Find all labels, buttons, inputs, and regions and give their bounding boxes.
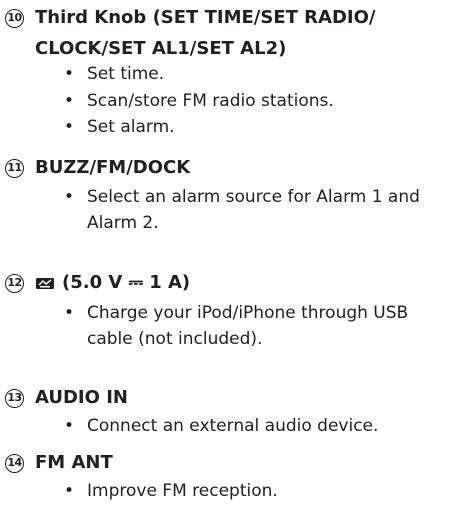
item-number-badge: 13 (5, 389, 24, 408)
bullet-text: Charge your iPod/iPhone through USB (87, 303, 409, 323)
bullet-text: Alarm 2. (87, 213, 159, 233)
bullet-text: Improve FM reception. (87, 481, 278, 501)
section-heading: CLOCK/SET AL1/SET AL2) (35, 38, 287, 59)
bullet-text: Scan/store FM radio stations. (87, 91, 334, 111)
usb-power-icon (36, 278, 54, 289)
item-number-badge: 14 (5, 454, 24, 473)
bullet-marker: • (64, 481, 75, 501)
section-heading: (5.0 V ⎓ 1 A) (62, 272, 191, 293)
bullet-text: Connect an external audio device. (87, 416, 379, 436)
bullet-text: Select an alarm source for Alarm 1 and (87, 187, 420, 207)
section-heading: FM ANT (35, 452, 113, 473)
section-heading: AUDIO IN (35, 387, 128, 408)
bullet-marker: • (64, 91, 75, 111)
item-number-badge: 12 (5, 274, 24, 293)
section-heading: Third Knob (SET TIME/SET RADIO/ (35, 7, 376, 28)
bullet-marker: • (64, 64, 75, 84)
bullet-marker: • (64, 117, 75, 137)
bullet-marker: • (64, 303, 75, 323)
bullet-text: Set alarm. (87, 117, 175, 137)
item-number-badge: 11 (5, 159, 24, 178)
section-heading: BUZZ/FM/DOCK (35, 157, 191, 178)
bullet-text: cable (not included). (87, 329, 263, 349)
bullet-text: Set time. (87, 64, 165, 84)
item-number-badge: 10 (5, 9, 24, 28)
bullet-marker: • (64, 416, 75, 436)
bullet-marker: • (64, 187, 75, 207)
